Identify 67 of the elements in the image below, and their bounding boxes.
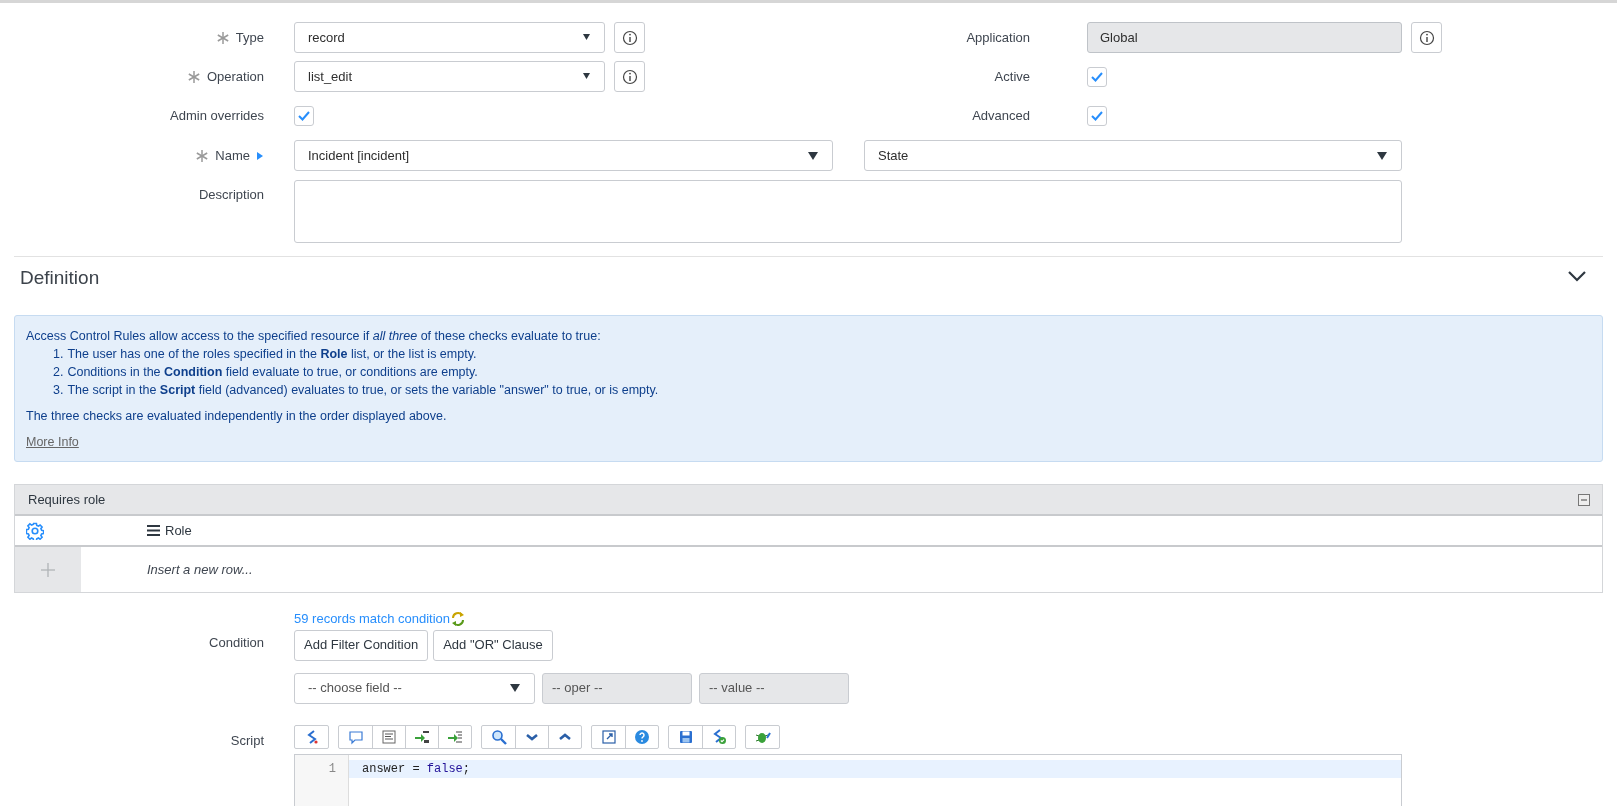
list-number: 1. [53, 346, 64, 363]
insert-row-placeholder[interactable]: Insert a new row... [147, 559, 253, 580]
dropdown-arrow-icon [807, 149, 819, 162]
search-icon [490, 728, 507, 745]
list-number: 2. [53, 364, 64, 381]
refresh-icon [450, 610, 467, 627]
select-field[interactable]: -- choose field -- [294, 672, 535, 704]
plus-icon [41, 562, 55, 577]
settings-icon [26, 521, 44, 540]
field-label: Type [235, 28, 264, 47]
checkbox[interactable] [294, 105, 314, 126]
replace-icon [414, 728, 430, 745]
info-button[interactable] [614, 22, 645, 53]
filter-button[interactable]: Add Filter Condition [294, 629, 429, 661]
list-number: 3. [53, 382, 64, 399]
more-info-link[interactable]: More Info [26, 435, 79, 449]
field-label: Script [230, 731, 264, 750]
value-field: -- value -- [699, 672, 849, 704]
field-label: Application [966, 28, 1030, 47]
minimize-button[interactable] [1578, 493, 1590, 506]
field-label: Operation [206, 67, 264, 86]
checkbox[interactable] [1087, 105, 1107, 126]
info-icon [621, 29, 638, 46]
field-label: Admin overrides [170, 106, 264, 125]
minus-icon [1580, 496, 1588, 503]
dropdown-arrow-icon [1376, 149, 1388, 162]
info-text: Access Control Rules allow access to the specified resource if all three of these checks evaluate to true: [26, 328, 602, 345]
triangle-icon [256, 150, 264, 161]
info-text: Conditions in the Condition field evaluate to true, or conditions are empty. [67, 364, 478, 381]
info-text: The script in the Script field (advanced) evaluates to true, or sets the variable "answer" to true, or is empty. [67, 382, 659, 399]
check-icon [297, 109, 311, 122]
save-icon [677, 728, 694, 745]
field-label: Condition [209, 634, 264, 652]
section-title: Definition [20, 266, 100, 291]
operator-field: -- oper -- [542, 672, 692, 704]
panel-title: Requires role [28, 490, 106, 509]
code-editor[interactable]: 1 answer = false; [294, 753, 1402, 806]
select-field[interactable]: State [864, 140, 1402, 171]
fullscreen-icon [600, 728, 617, 745]
dropdown-arrow-icon [509, 682, 521, 694]
description-field[interactable] [294, 180, 1402, 243]
check-icon [711, 728, 727, 745]
column-header[interactable]: Role [165, 520, 192, 541]
info-button[interactable] [1411, 22, 1442, 53]
field-label: Name [215, 146, 250, 165]
info-text: The user has one of the roles specified in the Role list, or the list is empty. [67, 346, 477, 363]
check-icon [1090, 70, 1104, 83]
help-icon [634, 728, 650, 745]
line-number: 1 [327, 760, 336, 778]
select-field[interactable]: Incident [incident] [294, 140, 833, 171]
menu-icon [147, 524, 160, 537]
filter-button[interactable]: Add "OR" Clause [433, 629, 553, 661]
select-field[interactable]: record [294, 22, 605, 53]
info-text: The three checks are evaluated independently in the order displayed above. [26, 408, 448, 425]
check-icon [1090, 109, 1104, 122]
field-label: Advanced [972, 106, 1030, 125]
field-label: Description [198, 186, 264, 204]
comment-icon [347, 728, 364, 745]
replace-all-icon [447, 728, 463, 745]
select-field[interactable]: list_edit [294, 61, 605, 92]
checkbox[interactable] [1087, 66, 1107, 87]
info-icon [621, 68, 638, 85]
info-button[interactable] [614, 61, 645, 92]
format-icon [381, 728, 397, 745]
field-label: Active [994, 67, 1030, 86]
info-icon [1418, 29, 1435, 46]
read-only-field: Global [1087, 22, 1402, 53]
